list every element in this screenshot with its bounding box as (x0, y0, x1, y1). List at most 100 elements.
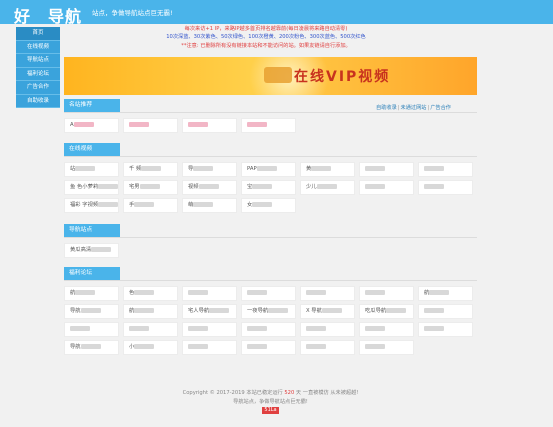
forum-site-link[interactable]: 一夜导航 (241, 304, 296, 319)
sidebar-item-nav-sites[interactable]: 导航站点 (16, 54, 60, 68)
forum-site-link[interactable] (300, 286, 355, 301)
video-site-link[interactable] (418, 162, 473, 177)
video-site-link[interactable]: 女 (241, 198, 296, 213)
blurred-text (268, 308, 289, 313)
self-submit-link[interactable]: 自助收录 (376, 105, 397, 111)
forum-site-link[interactable] (241, 322, 296, 337)
blurred-text (134, 202, 155, 207)
unapproved-sites-link[interactable]: 未通过网站 (401, 105, 427, 111)
video-site-link[interactable]: 鱼 色小萝莉 (64, 180, 119, 195)
video-site-link[interactable]: 千 频 (123, 162, 178, 177)
site-logo[interactable]: 好 导航 (14, 3, 82, 27)
blurred-text (209, 308, 230, 313)
blurred-text (188, 326, 208, 331)
video-site-link[interactable]: 黄 (300, 162, 355, 177)
blurred-text (365, 166, 385, 171)
forum-site-link[interactable] (64, 322, 119, 337)
forum-site-link[interactable] (300, 322, 355, 337)
blurred-text (91, 247, 112, 252)
recommend-site-link[interactable]: A (64, 118, 119, 133)
banner-text: 在线VIP视频 (294, 69, 391, 85)
forum-site-link[interactable]: X 导航 (300, 304, 355, 319)
blurred-text (141, 166, 162, 171)
video-site-link-label: 宅男 (129, 184, 140, 190)
notice-line-colors: 10次深蓝、30次紫色、50次绿色、100次橙黄、200次粉色、300次蓝色、5… (66, 33, 466, 41)
section-forum-heading: 福利论坛 (64, 267, 120, 280)
video-site-link[interactable] (359, 180, 414, 195)
forum-site-link[interactable] (241, 286, 296, 301)
banner-blurred-logo (264, 67, 292, 83)
forum-site-link[interactable]: 航 (64, 286, 119, 301)
video-site-link[interactable]: 站 (64, 162, 119, 177)
sidebar-item-ad-coop[interactable]: 广告合作 (16, 81, 60, 95)
video-site-link[interactable]: 视频 (182, 180, 237, 195)
forum-site-link[interactable]: 吃瓜导航 (359, 304, 414, 319)
blurred-text (134, 290, 155, 295)
forum-site-link-label: 吃瓜导航 (365, 308, 387, 314)
blurred-text (252, 184, 273, 189)
forum-site-link[interactable] (418, 304, 473, 319)
section-divider (64, 112, 477, 113)
blurred-text (75, 290, 96, 295)
video-site-link[interactable]: 福彩 字视频 (64, 198, 119, 213)
forum-site-link[interactable] (182, 286, 237, 301)
forum-site-link[interactable]: 导航 (64, 340, 119, 355)
forum-site-link[interactable] (300, 340, 355, 355)
forum-site-link[interactable]: 导航 (64, 304, 119, 319)
nav-site-link-label: 黄瓜高清 (70, 247, 92, 253)
forum-site-link[interactable]: 色 (123, 286, 178, 301)
recommend-site-link[interactable] (123, 118, 178, 133)
notice-level-text: 10次深蓝、30次紫色、50次绿色、100次橙黄、200次粉色、300次蓝色、5… (166, 34, 366, 41)
video-site-link-label: 千 频 (129, 166, 142, 172)
blurred-text (134, 308, 155, 313)
forum-site-link[interactable] (182, 340, 237, 355)
ad-coop-link[interactable]: 广告合作 (430, 105, 451, 111)
forum-site-link[interactable]: 小 (123, 340, 178, 355)
top-header-bar: 好 导航 站点，争做导航站点巨无霸! (0, 0, 553, 27)
video-site-link[interactable]: 宅男 (123, 180, 178, 195)
video-site-link[interactable]: PAP (241, 162, 296, 177)
blurred-text (316, 184, 337, 189)
notice-block: 每次来访+1 IP，来路IP越多首页排名越靠前(每日凌晨将来路自动清零) 10次… (66, 25, 466, 50)
video-site-link[interactable] (418, 180, 473, 195)
recommend-site-link[interactable] (182, 118, 237, 133)
video-site-link[interactable]: 导 (182, 162, 237, 177)
forum-site-link[interactable] (418, 322, 473, 337)
blurred-text (247, 122, 267, 127)
forum-site-link-label: 导航 (70, 344, 81, 350)
video-site-link[interactable]: 宝 (241, 180, 296, 195)
sidebar-item-self-submit[interactable]: 自助收录 (16, 95, 60, 108)
sidebar-item-home[interactable]: 首页 (16, 27, 60, 41)
video-site-link[interactable]: 萌 (182, 198, 237, 213)
video-site-link[interactable] (359, 162, 414, 177)
blurred-text (252, 202, 273, 207)
sidebar-item-online-video[interactable]: 在线视频 (16, 41, 60, 54)
forum-site-link[interactable] (359, 322, 414, 337)
forum-site-link[interactable] (359, 340, 414, 355)
forum-site-link[interactable] (123, 322, 178, 337)
forum-site-link[interactable] (359, 286, 414, 301)
blurred-text (73, 122, 94, 127)
footer-days-count: 520 (284, 390, 295, 396)
blurred-text (365, 344, 385, 349)
stats-badge[interactable]: 51La (262, 407, 279, 414)
forum-site-link[interactable]: 航 (418, 286, 473, 301)
forum-site-link[interactable]: 航 (123, 304, 178, 319)
forum-site-link[interactable] (182, 322, 237, 337)
nav-site-link[interactable]: 黄瓜高清 (64, 243, 119, 258)
blurred-text (80, 344, 101, 349)
sidebar-item-forum[interactable]: 福利论坛 (16, 68, 60, 81)
recommend-site-link[interactable] (241, 118, 296, 133)
blurred-text (306, 290, 326, 295)
blurred-text (75, 166, 96, 171)
forum-site-link[interactable]: 宅人导航 (182, 304, 237, 319)
vip-video-banner[interactable]: 在线VIP视频 (64, 57, 477, 95)
footer-slogan: 导航站点，争做导航站点巨无霸! (233, 398, 308, 405)
section-nav-heading: 导航站点 (64, 224, 120, 237)
forum-site-link[interactable] (241, 340, 296, 355)
video-site-link[interactable]: 少儿 (300, 180, 355, 195)
footer-copyright: Copyright © 2017-2019 本站已稳定运行 520 天 一直被模… (64, 389, 477, 398)
video-site-link[interactable]: 手 (123, 198, 178, 213)
video-site-link-label: PAP (247, 166, 257, 172)
blurred-text (306, 326, 326, 331)
